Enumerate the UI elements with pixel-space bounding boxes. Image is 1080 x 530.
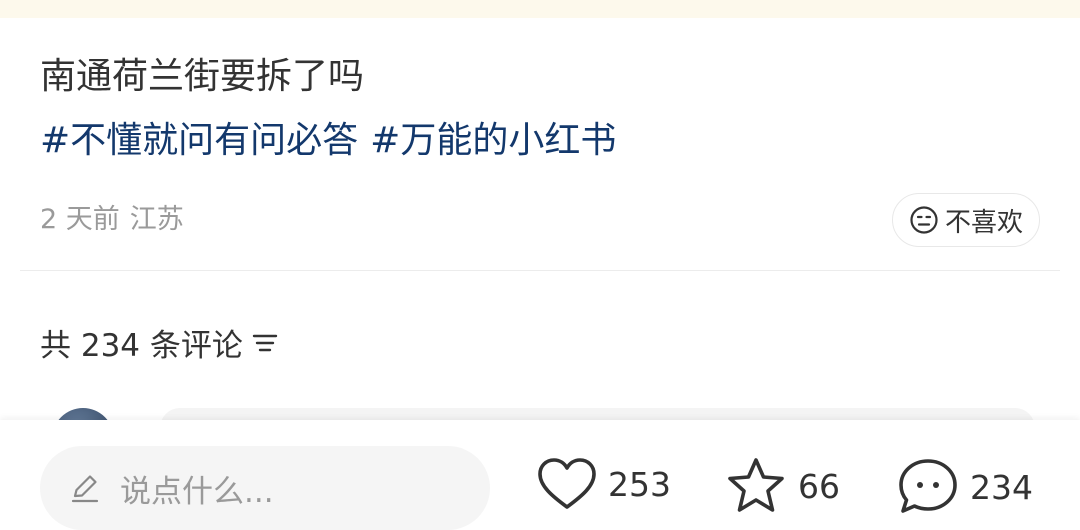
divider <box>20 270 1060 271</box>
face-neutral-icon <box>910 206 938 234</box>
comment-input-placeholder: 说点什么... <box>120 473 274 510</box>
comment-input[interactable]: 说点什么... <box>40 446 490 530</box>
post-time: 2 天前 <box>40 204 120 235</box>
sort-icon[interactable] <box>251 331 279 355</box>
comment-count-label: 共 234 条评论 <box>40 328 243 364</box>
comment-bubble-icon <box>899 459 957 513</box>
top-notice-strip <box>0 0 1080 18</box>
bottom-action-bar: 说点什么... 253 66 234 <box>0 420 1080 530</box>
tag-link[interactable]: #万能的小红书 <box>370 120 616 161</box>
tag-link[interactable]: #不懂就问有问必答 <box>40 120 358 161</box>
comment-count-header: 共 234 条评论 <box>40 320 279 365</box>
dislike-button[interactable]: 不喜欢 <box>892 193 1040 247</box>
like-button[interactable]: 253 <box>536 456 671 512</box>
dislike-label: 不喜欢 <box>944 207 1023 238</box>
comment-count: 234 <box>970 467 1033 507</box>
star-icon <box>728 458 784 512</box>
pencil-icon <box>71 475 99 503</box>
post-location: 江苏 <box>129 204 184 235</box>
heart-icon <box>538 458 596 509</box>
comment-button[interactable]: 234 <box>896 456 1033 518</box>
note-meta: 2 天前 江苏 <box>40 200 194 240</box>
note-title: 南通荷兰街要拆了吗 <box>40 56 365 97</box>
collect-button[interactable]: 66 <box>724 456 840 516</box>
collect-count: 66 <box>798 466 840 506</box>
like-count: 253 <box>608 464 671 504</box>
tag-list: #不懂就问有问必答 #万能的小红书 <box>40 114 628 168</box>
